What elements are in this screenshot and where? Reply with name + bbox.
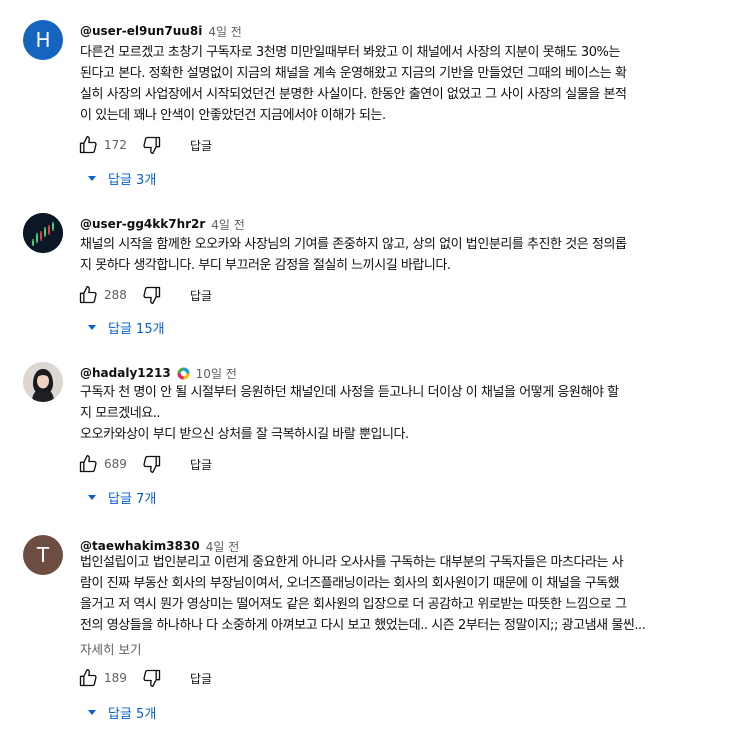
comment-text: 구독자 천 명이 안 될 시절부터 응원하던 채널인데 사정을 듣고나니 더이상… (80, 382, 728, 445)
comment-text: 법인설립이고 법인분리고 이런게 중요한게 아니라 오사사를 구독하는 대부분의… (80, 552, 728, 636)
comment-author[interactable]: @user-el9un7uu8i (80, 24, 202, 38)
reply-button[interactable]: 답글 (190, 456, 212, 473)
comment-text-line: 지 모르겠네요.. (80, 406, 161, 421)
comment-text-line: 법인설립이고 법인분리고 이런게 중요한게 아니라 오사사를 구독하는 대부분의… (80, 555, 624, 570)
like-icon[interactable] (78, 668, 98, 688)
like-icon[interactable] (78, 135, 98, 155)
comment-text-line: 다른건 모르겠고 초창기 구독자로 3천명 미만일때부터 봐왔고 이 채널에서 … (80, 45, 620, 60)
avatar-letter: H (35, 28, 51, 52)
avatar-chart-image (23, 213, 63, 253)
dislike-icon[interactable] (142, 135, 162, 155)
chevron-down-icon (84, 704, 100, 720)
reply-button[interactable]: 답글 (190, 670, 212, 687)
reply-button[interactable]: 답글 (190, 287, 212, 304)
like-count: 172 (104, 138, 127, 152)
comment-actions: 172 답글 (78, 135, 212, 155)
avatar[interactable] (23, 213, 63, 253)
comment-time[interactable]: 4일 전 (211, 216, 245, 233)
comment-time[interactable]: 4일 전 (208, 23, 242, 40)
avatar[interactable]: T (23, 535, 63, 575)
comment-text-line: 오오카와상이 부디 받으신 상처를 잘 극복하시길 바랄 뿐입니다. (80, 427, 409, 442)
dislike-icon[interactable] (142, 285, 162, 305)
replies-count: 답글 7개 (108, 491, 157, 507)
comment-author[interactable]: @user-gg4kk7hr2r (80, 217, 205, 231)
like-icon[interactable] (78, 285, 98, 305)
view-replies-button[interactable]: 답글 15개 (84, 317, 165, 337)
avatar[interactable]: H (23, 20, 63, 60)
like-count: 189 (104, 671, 127, 685)
replies-count: 답글 3개 (108, 172, 157, 188)
comment-text-line: 을거고 저 역시 뭔가 영상미는 떨어져도 같은 회사원의 입장으로 더 공감하… (80, 597, 627, 612)
view-replies-button[interactable]: 답글 5개 (84, 702, 156, 722)
view-replies-button[interactable]: 답글 3개 (84, 168, 156, 188)
reply-button[interactable]: 답글 (190, 137, 212, 154)
comment-text-line: 이 있는데 꽤나 안색이 안좋았던건 지금에서야 이해가 되는. (80, 108, 386, 123)
like-count: 288 (104, 288, 127, 302)
comment-text-line: 람이 진짜 부동산 회사의 부장님이여서, 오너즈플래닝이라는 회사의 회사원이… (80, 576, 620, 591)
comment-actions: 288 답글 (78, 285, 212, 305)
membership-badge-icon (177, 366, 190, 380)
comment-text-line: 채널의 시작을 함께한 오오카와 사장님의 기여를 존중하지 않고, 상의 없이… (80, 237, 627, 252)
show-more-button[interactable]: 자세히 보기 (80, 639, 141, 658)
avatar-letter: T (36, 543, 50, 567)
comment-author[interactable]: @taewhakim3830 (80, 539, 200, 553)
dislike-icon[interactable] (142, 454, 162, 474)
comment-actions: 189 답글 (78, 668, 212, 688)
avatar-person-image (23, 362, 63, 402)
comment-text: 채널의 시작을 함께한 오오카와 사장님의 기여를 존중하지 않고, 상의 없이… (80, 234, 728, 276)
comment-text: 다른건 모르겠고 초창기 구독자로 3천명 미만일때부터 봐왔고 이 채널에서 … (80, 42, 728, 126)
comment-text-line: 지 못하다 생각합니다. 부디 부끄러운 감정을 절실히 느끼시길 바랍니다. (80, 258, 451, 273)
view-replies-button[interactable]: 답글 7개 (84, 487, 156, 507)
comment-text-line: 구독자 천 명이 안 될 시절부터 응원하던 채널인데 사정을 듣고나니 더이상… (80, 385, 619, 400)
replies-count: 답글 5개 (108, 706, 157, 722)
chevron-down-icon (84, 170, 100, 186)
comment-header: @hadaly1213 10일 전 (80, 364, 237, 382)
avatar[interactable] (23, 362, 63, 402)
comment-text-line: 전의 영상들을 하나하나 다 소중하게 아껴보고 다시 보고 했었는데.. 시즌… (80, 618, 646, 633)
chevron-down-icon (84, 319, 100, 335)
like-count: 689 (104, 457, 127, 471)
comment-text-line: 실히 사장의 사업장에서 시작되었던건 분명한 사실이다. 한동안 출연이 없었… (80, 87, 627, 102)
comment-text-line: 된다고 본다. 정확한 설명없이 지금의 채널을 계속 운영해왔고 지금의 기반… (80, 66, 627, 81)
replies-count: 답글 15개 (108, 321, 165, 337)
chevron-down-icon (84, 489, 100, 505)
comment-author[interactable]: @hadaly1213 (80, 366, 171, 380)
comment-actions: 689 답글 (78, 454, 212, 474)
comment-time[interactable]: 10일 전 (196, 365, 237, 382)
like-icon[interactable] (78, 454, 98, 474)
comment-header: @user-gg4kk7hr2r 4일 전 (80, 215, 245, 233)
dislike-icon[interactable] (142, 668, 162, 688)
comment-header: @user-el9un7uu8i 4일 전 (80, 22, 242, 40)
